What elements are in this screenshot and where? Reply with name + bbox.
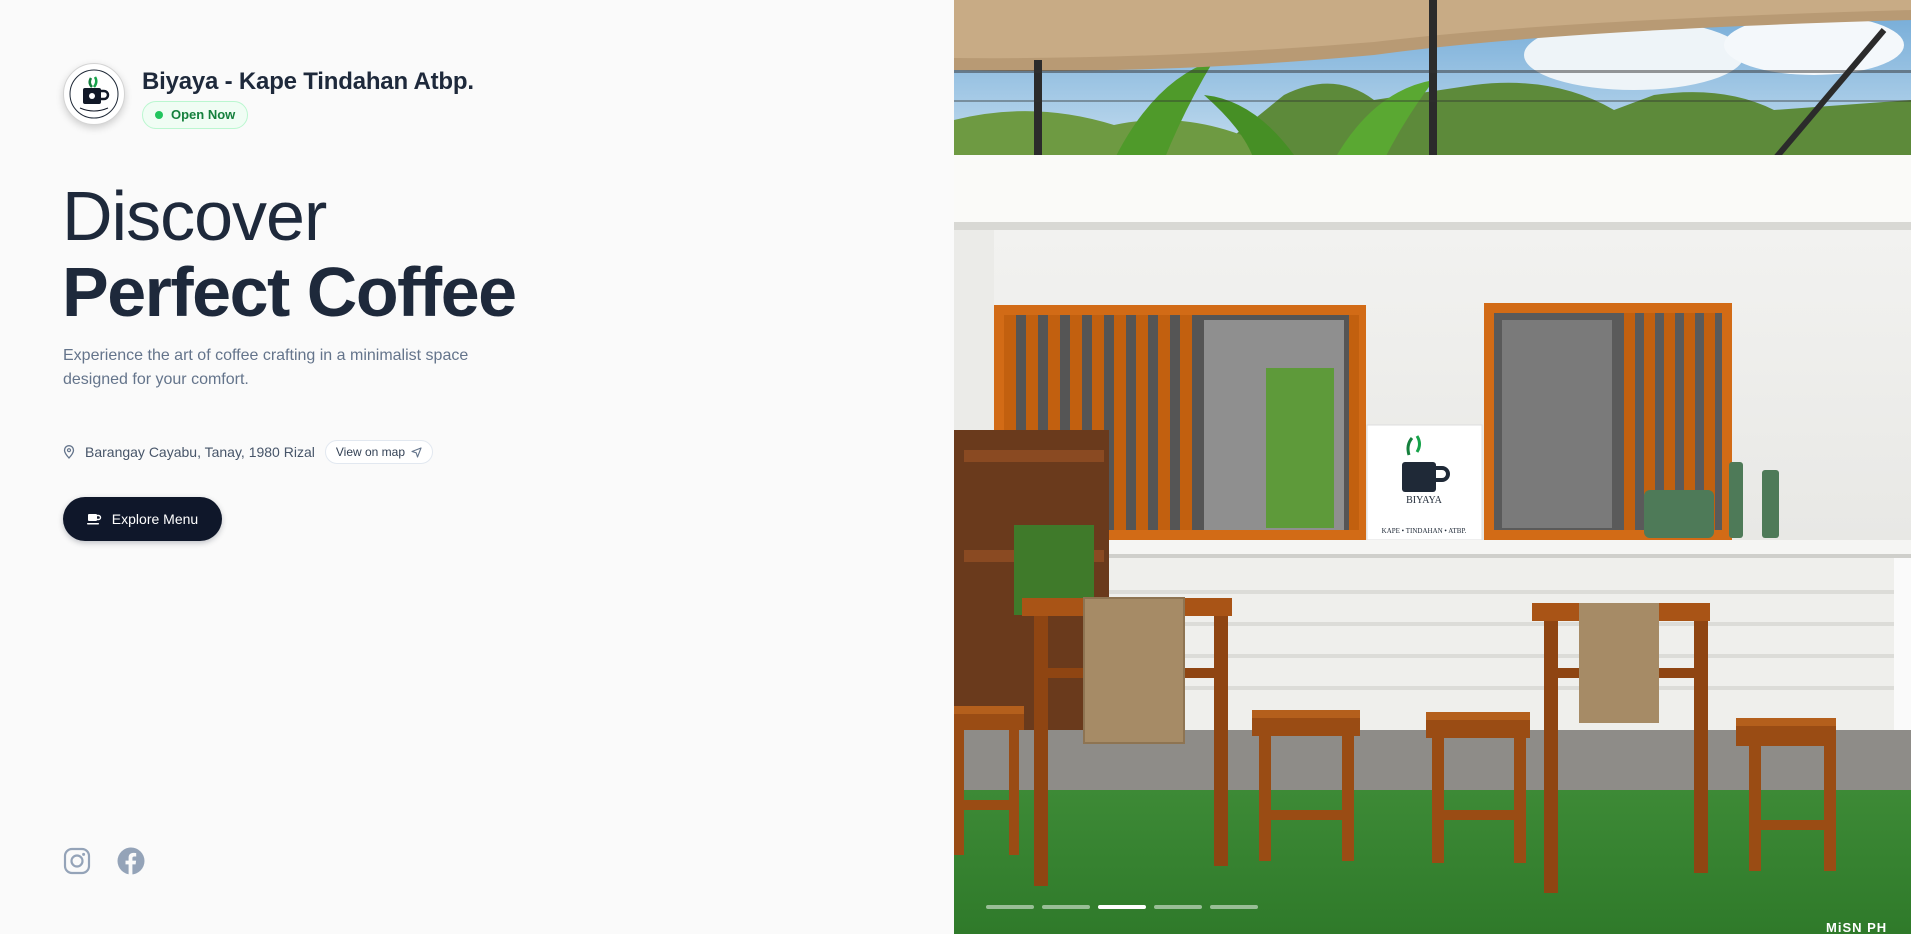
- facebook-link[interactable]: [117, 847, 145, 875]
- photo-watermark: MiSN PH: [1826, 920, 1888, 934]
- hero-subtitle: Experience the art of coffee crafting in…: [63, 347, 469, 388]
- hero-headline: Discover Perfect Coffee: [62, 177, 517, 331]
- page: Biyaya - Kape Tindahan Atbp. Open Now Di…: [0, 0, 1911, 934]
- coffee-cup-logo-icon: [69, 69, 119, 119]
- navigation-arrow-icon: [411, 446, 422, 458]
- view-on-map-link[interactable]: View on map: [324, 440, 434, 464]
- headline-bold: Perfect Coffee: [62, 253, 517, 331]
- coffee-cup-icon: [86, 514, 101, 525]
- carousel-dot[interactable]: [986, 905, 1034, 909]
- instagram-icon: [63, 847, 91, 875]
- carousel-indicators: [986, 905, 1258, 909]
- intro-panel: Biyaya - Kape Tindahan Atbp. Open Now Di…: [0, 0, 954, 934]
- brand-name: Biyaya - Kape Tindahan Atbp.: [142, 68, 474, 95]
- explore-menu-button[interactable]: Explore Menu: [63, 497, 222, 541]
- status-label: Open Now: [171, 107, 236, 122]
- map-link-label: View on map: [335, 445, 406, 459]
- instagram-link[interactable]: [63, 847, 91, 875]
- carousel-dot[interactable]: [1042, 905, 1090, 909]
- brand-logo[interactable]: [63, 63, 125, 125]
- carousel-dot[interactable]: [1154, 905, 1202, 909]
- photo-logo-text-2: KAPE • TINDAHAN • ATBP.: [1382, 527, 1467, 535]
- explore-menu-label: Explore Menu: [111, 511, 199, 527]
- cafe-photo: BIYAYA KAPE • TINDAHAN • ATBP.: [954, 0, 1911, 934]
- map-pin-icon: [63, 444, 77, 460]
- headline-light: Discover: [62, 177, 327, 255]
- status-badge: Open Now: [142, 101, 249, 129]
- facebook-icon: [117, 847, 145, 875]
- hero-photo: BIYAYA KAPE • TINDAHAN • ATBP.: [954, 0, 1911, 934]
- address-text: Barangay Cayabu, Tanay, 1980 Rizal: [85, 444, 315, 460]
- carousel-dot[interactable]: [1210, 905, 1258, 909]
- brand-text: Biyaya - Kape Tindahan Atbp. Open Now: [142, 63, 474, 129]
- carousel-dot[interactable]: [1098, 905, 1146, 909]
- brand-header: Biyaya - Kape Tindahan Atbp. Open Now: [63, 63, 474, 129]
- photo-logo-text-1: BIYAYA: [1406, 495, 1443, 506]
- address-row: Barangay Cayabu, Tanay, 1980 Rizal View …: [63, 440, 434, 464]
- status-dot-icon: [155, 111, 163, 119]
- social-links: [63, 847, 145, 875]
